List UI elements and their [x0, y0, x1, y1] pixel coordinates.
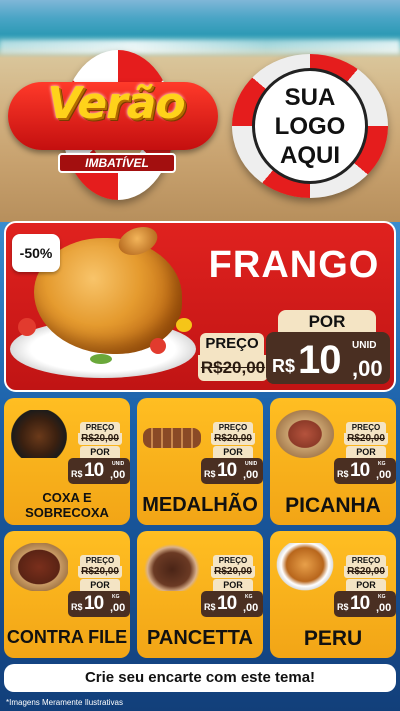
old-price: R$20,00	[78, 433, 122, 445]
price-unit: UNID	[245, 461, 258, 467]
price-integer: 10	[217, 460, 237, 481]
product-name: PERU	[303, 627, 363, 650]
price-unit: UNID	[112, 461, 125, 467]
price-integer: 10	[84, 460, 104, 481]
preco-label: PREÇO	[200, 333, 264, 355]
new-price: R$ 10 UNID ,00	[68, 458, 130, 484]
old-price: R$20,00	[344, 433, 388, 445]
product-name: COXA E SOBRECOXA	[25, 490, 109, 520]
price-currency: R$	[71, 602, 83, 612]
old-price: R$20,00	[78, 566, 122, 578]
pancetta-image	[143, 543, 201, 591]
product-name: PANCETTA	[147, 627, 253, 649]
por-label: POR	[213, 446, 253, 458]
featured-product-name: FRANGO	[208, 244, 380, 286]
price-currency: R$	[337, 602, 349, 612]
por-label: POR	[278, 310, 376, 334]
product-card[interactable]: PREÇO R$20,00 POR R$ 10 KG ,00 PICANHA	[270, 398, 396, 525]
old-price: R$20,00	[344, 566, 388, 578]
product-name: CONTRA FILE	[6, 627, 128, 647]
price-unit: UNID	[352, 340, 377, 351]
product-name: MEDALHÃO	[142, 494, 258, 516]
new-price: R$ 10 KG ,00	[334, 591, 396, 617]
price-integer: 10	[350, 460, 370, 481]
old-price: R$20,00	[198, 355, 268, 381]
price-decimal: ,00	[110, 469, 126, 481]
herb-icon	[90, 354, 112, 364]
new-price: R$ 10 UNID ,00	[201, 458, 263, 484]
por-label: POR	[346, 579, 386, 591]
picanha-image	[276, 410, 334, 458]
price-integer: 10	[84, 593, 104, 614]
old-price: R$20,00	[211, 566, 255, 578]
logo-line: AQUI	[280, 141, 340, 169]
price-currency: R$	[204, 469, 216, 479]
price-unit: KG	[378, 594, 386, 600]
skewers-image	[143, 428, 201, 448]
price-decimal: ,00	[352, 356, 383, 381]
page-subtitle: IMBATÍVEL	[58, 153, 176, 173]
price-unit: KG	[112, 594, 120, 600]
price-decimal: ,00	[110, 602, 126, 614]
old-price: R$20,00	[211, 433, 255, 445]
product-name: PICANHA	[285, 494, 381, 517]
price-decimal: ,00	[243, 469, 259, 481]
tomato-icon	[150, 338, 166, 354]
por-label: POR	[80, 579, 120, 591]
price-currency: R$	[204, 602, 216, 612]
price-decimal: ,00	[376, 602, 392, 614]
price-unit: KG	[245, 594, 253, 600]
pepper-icon	[176, 318, 192, 332]
product-card[interactable]: PREÇO R$20,00 POR R$ 10 KG ,00 CONTRA FI…	[4, 531, 130, 658]
product-card[interactable]: PREÇO R$20,00 POR R$ 10 KG ,00 PANCETTA	[137, 531, 263, 658]
price-unit: KG	[378, 461, 386, 467]
price-integer: 10	[217, 593, 237, 614]
logo-line: SUA	[284, 83, 336, 111]
por-label: POR	[80, 446, 120, 458]
new-price: R$ 10 UNID ,00	[266, 332, 390, 384]
price-integer: 10	[350, 593, 370, 614]
product-card[interactable]: PREÇO R$20,00 POR R$ 10 KG ,00 PERU	[270, 531, 396, 658]
product-card[interactable]: PREÇO R$20,00 POR R$ 10 UNID ,00 MEDALHÃ…	[137, 398, 263, 525]
discount-badge: -50%	[12, 234, 60, 272]
chicken-thigh-image	[10, 410, 68, 458]
turkey-image	[276, 543, 334, 591]
cta-button[interactable]: Crie seu encarte com este tema!	[4, 664, 396, 692]
por-label: POR	[346, 446, 386, 458]
new-price: R$ 10 KG ,00	[334, 458, 396, 484]
price-integer: 10	[298, 338, 341, 382]
new-price: R$ 10 KG ,00	[68, 591, 130, 617]
logo-placeholder[interactable]: SUA LOGO AQUI	[252, 68, 368, 184]
tomato-icon	[18, 318, 36, 336]
page-title: Verão	[47, 78, 185, 129]
product-card[interactable]: PREÇO R$20,00 POR R$ 10 UNID ,00 COXA E …	[4, 398, 130, 525]
price-decimal: ,00	[243, 602, 259, 614]
footnote: *Imagens Meramente Ilustrativas	[6, 698, 123, 707]
price-currency: R$	[272, 356, 296, 376]
price-decimal: ,00	[376, 469, 392, 481]
price-currency: R$	[71, 469, 83, 479]
por-label: POR	[213, 579, 253, 591]
logo-line: LOGO	[274, 112, 346, 140]
new-price: R$ 10 KG ,00	[201, 591, 263, 617]
price-currency: R$	[337, 469, 349, 479]
steak-image	[10, 543, 68, 591]
